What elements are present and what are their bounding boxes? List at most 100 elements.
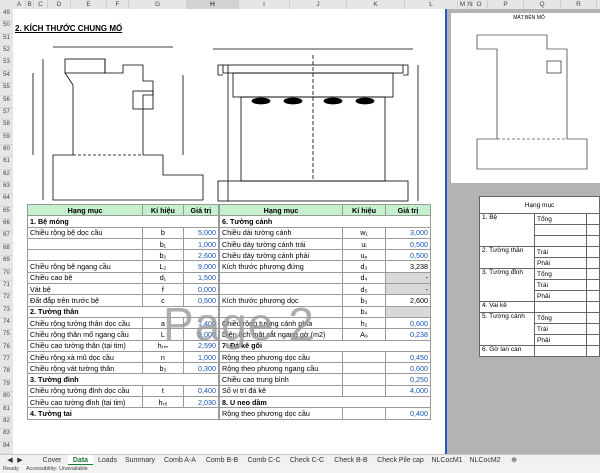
item-symbol[interactable]: b₂ bbox=[142, 249, 184, 262]
item-label[interactable]: Rộng theo phương ngang cầu bbox=[219, 362, 343, 375]
item-label[interactable]: Rộng theo phương dọc cầu bbox=[219, 407, 343, 420]
item-symbol[interactable]: d₃ bbox=[342, 260, 386, 273]
summary-item[interactable]: 1. Bệ bbox=[479, 213, 535, 247]
item-label[interactable]: Rộng theo phương dọc cầu bbox=[219, 350, 343, 364]
summary-cell[interactable] bbox=[585, 345, 600, 357]
worksheet-area[interactable]: 2. KÍCH THƯỚC CHUNG MỐ Hạng mục Kí hiệu … bbox=[13, 9, 447, 454]
summary-sub[interactable]: Phải bbox=[534, 290, 587, 302]
item-label[interactable] bbox=[26, 249, 144, 262]
item-symbol[interactable] bbox=[342, 407, 386, 420]
item-symbol[interactable]: b₄ bbox=[342, 305, 386, 318]
row-header[interactable]: 76 bbox=[0, 343, 13, 356]
summary-item[interactable]: 3. Tường đỉnh bbox=[479, 268, 535, 302]
item-value[interactable]: - bbox=[385, 283, 431, 296]
item-symbol[interactable] bbox=[342, 350, 386, 364]
accessibility-status[interactable]: Accessibility: Unavailable bbox=[26, 465, 88, 473]
item-symbol[interactable]: b₁ bbox=[142, 237, 184, 251]
item-label[interactable]: Chiều cao bệ bbox=[26, 271, 144, 285]
item-symbol[interactable]: h₂ bbox=[342, 316, 386, 330]
item-value[interactable]: 0,400 bbox=[182, 384, 220, 398]
row-header[interactable]: 61 bbox=[0, 157, 13, 170]
summary-sub[interactable] bbox=[534, 235, 587, 247]
row-header[interactable]: 63 bbox=[0, 182, 13, 195]
summary-sub[interactable]: Trái bbox=[534, 246, 587, 258]
row-header[interactable]: 72 bbox=[0, 293, 13, 306]
row-header[interactable]: 56 bbox=[0, 96, 13, 108]
item-symbol[interactable]: t bbox=[142, 384, 184, 398]
item-value[interactable]: 9,000 bbox=[182, 260, 220, 273]
summary-item[interactable]: 5. Tường cánh bbox=[479, 312, 535, 346]
summary-sub[interactable]: Trái bbox=[534, 279, 587, 291]
summary-sub[interactable] bbox=[534, 224, 587, 236]
item-symbol[interactable]: A₉ bbox=[342, 328, 386, 341]
item-value[interactable]: 3,000 bbox=[385, 226, 431, 239]
item-label[interactable]: Chiều cao tường thân (tại tim) bbox=[26, 339, 144, 352]
item-value[interactable]: 2,600 bbox=[182, 249, 220, 262]
column-header-p[interactable]: P bbox=[488, 0, 524, 9]
item-symbol[interactable]: n bbox=[142, 350, 184, 364]
item-label[interactable]: Chiều rộng vát tường thân bbox=[26, 362, 144, 375]
item-value[interactable]: 0,000 bbox=[182, 283, 220, 296]
item-value[interactable]: 1,000 bbox=[182, 237, 220, 251]
summary-item[interactable]: 4. Vai kê bbox=[479, 301, 535, 313]
row-header[interactable]: 83 bbox=[0, 429, 13, 442]
item-symbol[interactable]: f bbox=[142, 283, 184, 296]
summary-sub[interactable]: Phải bbox=[534, 257, 587, 269]
summary-cell[interactable] bbox=[585, 290, 600, 302]
item-label[interactable]: Chiều dày tường cánh phải bbox=[219, 249, 343, 262]
item-symbol[interactable]: uₚ bbox=[342, 249, 386, 262]
item-label[interactable]: Chiều dài tường cánh bbox=[219, 226, 343, 239]
row-header[interactable]: 59 bbox=[0, 133, 13, 145]
column-header-b[interactable]: B bbox=[26, 0, 34, 9]
row-header[interactable]: 62 bbox=[0, 170, 13, 183]
summary-item[interactable]: 2. Tường thân bbox=[479, 246, 535, 269]
column-header-e[interactable]: E bbox=[71, 0, 107, 9]
row-header[interactable]: 66 bbox=[0, 219, 13, 232]
summary-cell[interactable] bbox=[585, 323, 600, 335]
item-symbol[interactable]: w₁ bbox=[342, 226, 386, 239]
column-header-c[interactable]: C bbox=[34, 0, 48, 9]
summary-cell[interactable] bbox=[585, 213, 600, 225]
row-header[interactable]: 80 bbox=[0, 392, 13, 405]
summary-sub[interactable]: Trái bbox=[534, 323, 587, 335]
row-header[interactable]: 74 bbox=[0, 318, 13, 331]
item-value[interactable]: 0,600 bbox=[385, 362, 431, 375]
item-symbol[interactable]: hₜₑ bbox=[142, 396, 184, 409]
summary-item[interactable]: 6. Gờ lan can bbox=[479, 345, 535, 357]
item-symbol[interactable]: d₁ bbox=[142, 271, 184, 285]
item-label[interactable]: Chiều rộng thân mố ngang cầu bbox=[26, 328, 144, 341]
row-header[interactable]: 50 bbox=[0, 21, 13, 34]
item-value[interactable]: 0,500 bbox=[385, 237, 431, 251]
row-header[interactable]: 81 bbox=[0, 405, 13, 417]
item-symbol[interactable]: b₃ bbox=[342, 294, 386, 307]
column-header-d[interactable]: D bbox=[48, 0, 71, 9]
item-label[interactable]: Chiều cao trung bình bbox=[219, 373, 343, 386]
row-header[interactable]: 73 bbox=[0, 306, 13, 318]
item-label[interactable] bbox=[219, 283, 343, 296]
row-header[interactable]: 60 bbox=[0, 145, 13, 158]
row-header[interactable]: 84 bbox=[0, 442, 13, 454]
row-header[interactable]: 49 bbox=[0, 9, 13, 22]
summary-cell[interactable] bbox=[585, 334, 600, 346]
row-header[interactable]: 57 bbox=[0, 108, 13, 121]
group-heading[interactable]: 8. U neo dầm bbox=[219, 396, 431, 409]
column-header-m[interactable]: M bbox=[458, 0, 468, 9]
item-label[interactable]: Chiều dày tường cánh trái bbox=[219, 237, 343, 251]
item-value[interactable]: 0,238 bbox=[385, 328, 431, 341]
column-header-h[interactable]: H bbox=[187, 0, 239, 9]
item-symbol[interactable]: b₃ bbox=[142, 362, 184, 375]
item-label[interactable]: Chiều rộng tường thân dọc cầu bbox=[26, 316, 144, 330]
row-header[interactable]: 79 bbox=[0, 380, 13, 393]
summary-sub[interactable]: Phải bbox=[534, 334, 587, 346]
summary-cell[interactable] bbox=[585, 268, 600, 280]
item-label[interactable] bbox=[26, 237, 144, 251]
row-header[interactable]: 54 bbox=[0, 71, 13, 84]
item-value[interactable]: 0,450 bbox=[385, 350, 431, 364]
summary-sub[interactable]: Tổng bbox=[534, 268, 587, 280]
item-value[interactable]: 0,600 bbox=[385, 316, 431, 330]
row-header[interactable]: 78 bbox=[0, 367, 13, 380]
row-header[interactable]: 82 bbox=[0, 417, 13, 430]
item-value[interactable]: 5,000 bbox=[182, 226, 220, 239]
column-header-k[interactable]: K bbox=[347, 0, 405, 9]
row-header[interactable]: 75 bbox=[0, 330, 13, 343]
